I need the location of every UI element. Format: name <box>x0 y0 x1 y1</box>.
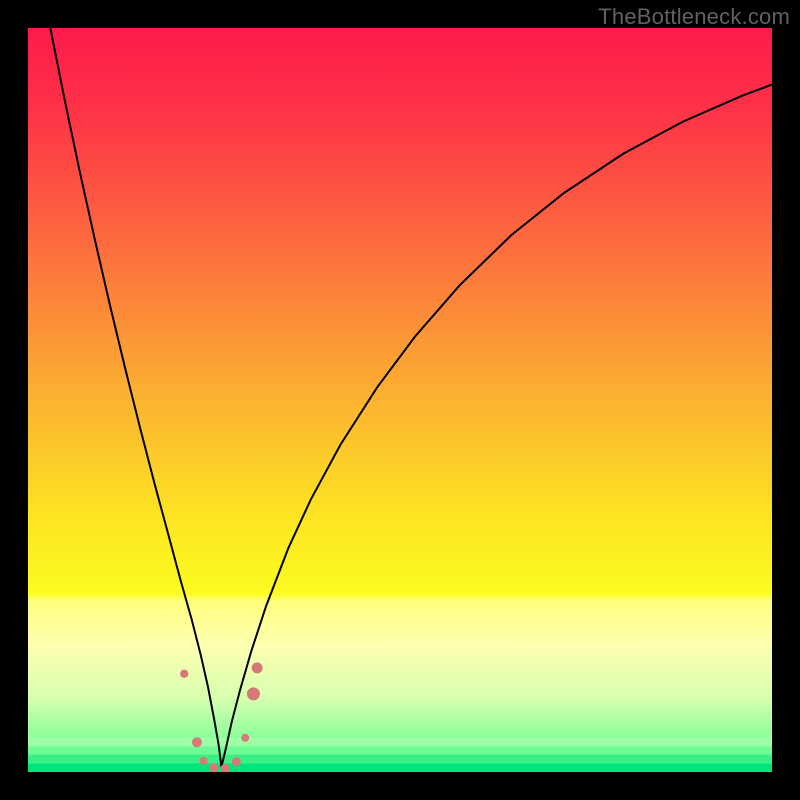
optimal-band-stripe <box>28 739 772 747</box>
data-marker <box>192 737 202 747</box>
optimal-band <box>28 739 772 772</box>
chart-container: TheBottleneck.com <box>0 0 800 800</box>
data-marker <box>252 662 263 673</box>
data-marker <box>200 757 208 765</box>
data-marker <box>232 757 241 766</box>
plot-area <box>28 28 772 772</box>
data-marker <box>241 734 249 742</box>
optimal-band-stripe <box>28 754 772 763</box>
optimal-band-stripe <box>28 746 772 755</box>
optimal-band-stripe <box>28 763 772 772</box>
data-marker <box>180 670 188 678</box>
data-marker <box>210 763 219 772</box>
gradient-background <box>28 28 772 772</box>
data-marker <box>247 687 260 700</box>
watermark-text: TheBottleneck.com <box>598 4 790 30</box>
chart-svg <box>28 28 772 772</box>
optimal-band-stripe <box>28 739 772 740</box>
